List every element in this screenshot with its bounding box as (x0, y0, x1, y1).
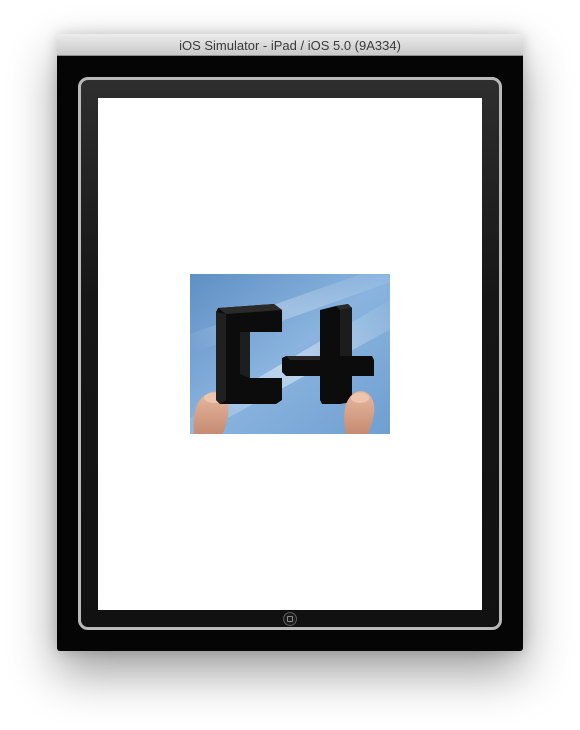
c4-logo-photo (190, 274, 390, 434)
ipad-device-frame (57, 56, 523, 651)
home-button-icon[interactable] (283, 612, 297, 626)
c4-logo-image (190, 274, 390, 434)
ipad-screen[interactable] (98, 98, 482, 610)
window-title: iOS Simulator - iPad / iOS 5.0 (9A334) (179, 38, 401, 53)
simulator-title-bar[interactable]: iOS Simulator - iPad / iOS 5.0 (9A334) (57, 34, 523, 56)
home-button-square-icon (287, 616, 293, 622)
